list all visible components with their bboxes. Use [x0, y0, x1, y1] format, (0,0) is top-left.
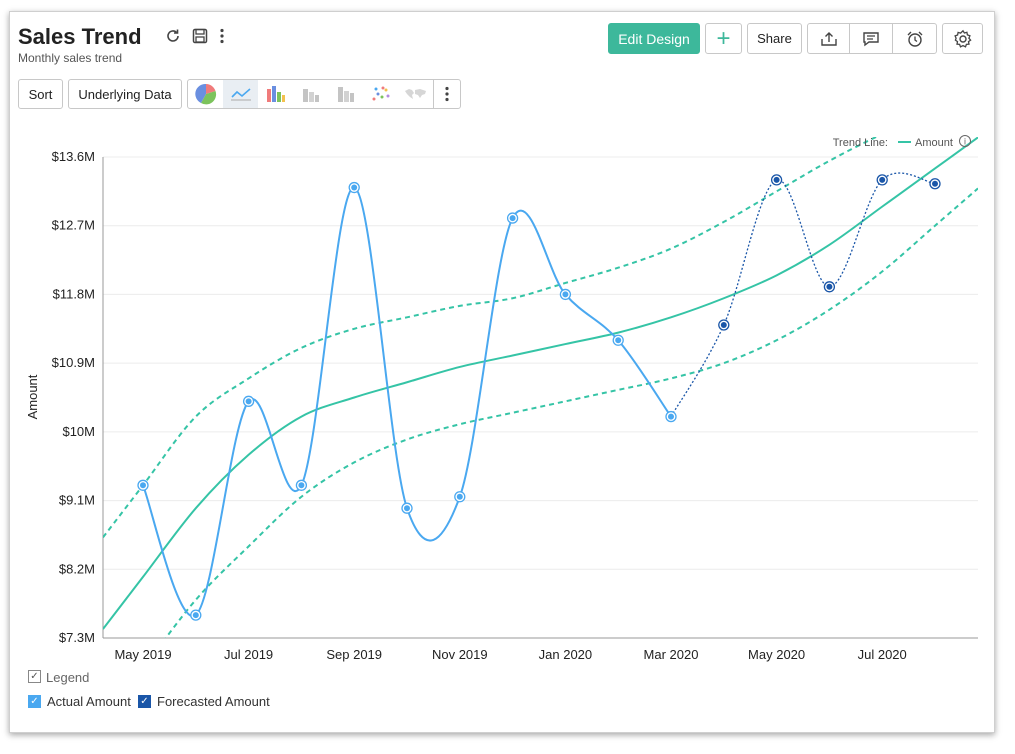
- trend-line-label: Trend Line:: [833, 137, 888, 149]
- actual-data-point-core: [562, 291, 569, 298]
- legend-item-actual[interactable]: ✓ Actual Amount: [28, 694, 131, 709]
- legend-toggle-checkbox[interactable]: ✓: [28, 670, 41, 683]
- legend-forecast-label: Forecasted Amount: [157, 694, 270, 709]
- actual-data-point-core: [668, 413, 674, 420]
- x-tick-label: Jul 2020: [858, 647, 907, 662]
- x-tick-label: Jan 2020: [539, 647, 593, 662]
- x-tick-label: Sep 2019: [326, 647, 382, 662]
- y-tick-label: $13.6M: [52, 149, 95, 164]
- legend-item-forecast[interactable]: ✓ Forecasted Amount: [138, 694, 270, 709]
- y-tick-label: $10.9M: [52, 355, 95, 370]
- actual-data-point-core: [509, 215, 516, 222]
- y-tick-label: $11.8M: [53, 286, 95, 301]
- trend-line: [103, 137, 978, 630]
- x-tick-label: Mar 2020: [644, 647, 699, 662]
- forecast-data-point-core: [773, 176, 780, 183]
- actual-data-point-core: [298, 482, 305, 489]
- x-tick-label: May 2020: [748, 647, 805, 662]
- trend-legend-label: Amount: [915, 137, 953, 149]
- actual-data-point-core: [404, 505, 410, 512]
- y-tick-label: $7.3M: [59, 630, 95, 645]
- x-tick-label: May 2019: [114, 647, 171, 662]
- legend-actual-label: Actual Amount: [47, 694, 131, 709]
- actual-data-point-core: [351, 184, 358, 191]
- actual-data-point-core: [140, 482, 146, 489]
- forecast-data-point-core: [720, 321, 727, 328]
- actual-data-point-core: [615, 337, 622, 344]
- actual-data-point-core: [456, 493, 463, 500]
- forecast-data-point-core: [932, 180, 938, 187]
- actual-data-point-core: [192, 612, 199, 619]
- y-tick-label: $9.1M: [59, 493, 95, 508]
- svg-text:i: i: [964, 137, 966, 147]
- forecast-data-point-core: [879, 176, 886, 183]
- y-tick-label: $8.2M: [59, 561, 95, 576]
- y-tick-label: $12.7M: [52, 218, 95, 233]
- x-tick-label: Jul 2019: [224, 647, 273, 662]
- trend-upper-bound: [103, 137, 879, 538]
- forecast-data-point-core: [826, 283, 833, 290]
- trend-lower-bound: [164, 187, 978, 638]
- actual-data-point-core: [245, 398, 252, 405]
- info-icon[interactable]: i: [959, 135, 971, 147]
- actual-check-icon: ✓: [28, 695, 41, 708]
- forecast-check-icon: ✓: [138, 695, 151, 708]
- actual-amount-line: [142, 186, 672, 618]
- legend-title: Legend: [46, 670, 90, 685]
- y-tick-label: $10M: [62, 424, 95, 439]
- y-axis-title: Amount: [25, 374, 40, 419]
- sales-trend-chart: $7.3M $8.2M $9.1M $10M $10.9M $11.8M $12.7M $13…: [25, 135, 978, 662]
- x-tick-label: Nov 2019: [432, 647, 488, 662]
